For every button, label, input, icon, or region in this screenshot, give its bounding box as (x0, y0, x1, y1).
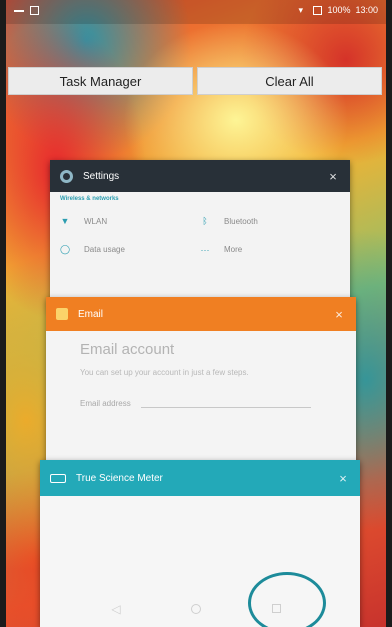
recents-highlight-circle (248, 572, 326, 627)
home-button[interactable] (186, 599, 206, 619)
card-header-email: Email × (46, 297, 356, 331)
screenshot-icon (30, 6, 39, 15)
card-header-settings: Settings × (50, 160, 350, 192)
back-icon: ◁ (111, 601, 121, 616)
settings-item-label: More (224, 245, 243, 254)
clock: 13:00 (355, 5, 378, 15)
screen: ▾ 100% 13:00 Task Manager Clear All Sett… (6, 0, 386, 627)
email-app-icon (56, 308, 68, 320)
settings-section-label: Wireless & networks (60, 196, 119, 202)
navigation-bar: ◁ (6, 590, 386, 627)
settings-item-label: Bluetooth (224, 216, 258, 226)
task-manager-toolbar: Task Manager Clear All (8, 67, 382, 95)
wifi-status-icon: ▾ (298, 5, 303, 15)
recent-app-card-settings[interactable]: Settings × Wireless & networks ▼ WLAN ᛒ … (50, 160, 350, 310)
more-icon: ··· (200, 244, 210, 255)
card-title-true-science-meter: True Science Meter (76, 472, 163, 484)
close-icon[interactable]: × (336, 471, 350, 486)
home-icon (191, 603, 201, 614)
close-icon[interactable]: × (326, 169, 340, 184)
wifi-icon: ▼ (60, 216, 70, 226)
settings-item-wlan: ▼ WLAN (60, 216, 200, 226)
close-icon[interactable]: × (332, 307, 346, 322)
card-header-true-science-meter: True Science Meter × (40, 460, 360, 496)
settings-grid: ▼ WLAN ᛒ Bluetooth ◯ Data usage ··· More (50, 210, 350, 261)
task-manager-button[interactable]: Task Manager (8, 67, 193, 95)
email-subtitle: You can set up your account in just a fe… (80, 368, 249, 377)
data-usage-icon: ◯ (60, 244, 71, 254)
card-title-settings: Settings (83, 170, 120, 182)
battery-level: 100% (327, 5, 351, 15)
settings-item-bluetooth: ᛒ Bluetooth (200, 216, 340, 226)
email-address-label: Email address (80, 399, 131, 408)
notification-icons (14, 6, 39, 15)
settings-item-label: Data usage (84, 245, 125, 254)
settings-item-data-usage: ◯ Data usage (60, 244, 200, 255)
email-address-row: Email address (80, 399, 356, 408)
clear-all-button[interactable]: Clear All (197, 67, 382, 95)
notification-icon (14, 10, 24, 12)
back-button[interactable]: ◁ (106, 599, 126, 619)
email-heading: Email account (80, 341, 175, 358)
settings-item-more: ··· More (200, 244, 340, 255)
recent-app-card-email[interactable]: Email × Email account You can set up you… (46, 297, 356, 477)
system-icons: ▾ 100% 13:00 (298, 5, 378, 15)
settings-item-label: WLAN (84, 216, 108, 226)
status-bar: ▾ 100% 13:00 (6, 0, 386, 24)
email-address-field (140, 399, 311, 408)
bluetooth-icon: ᛒ (202, 216, 208, 226)
card-title-email: Email (78, 308, 104, 320)
meter-app-icon (50, 473, 66, 483)
gear-icon (60, 169, 73, 183)
battery-icon (313, 5, 323, 15)
